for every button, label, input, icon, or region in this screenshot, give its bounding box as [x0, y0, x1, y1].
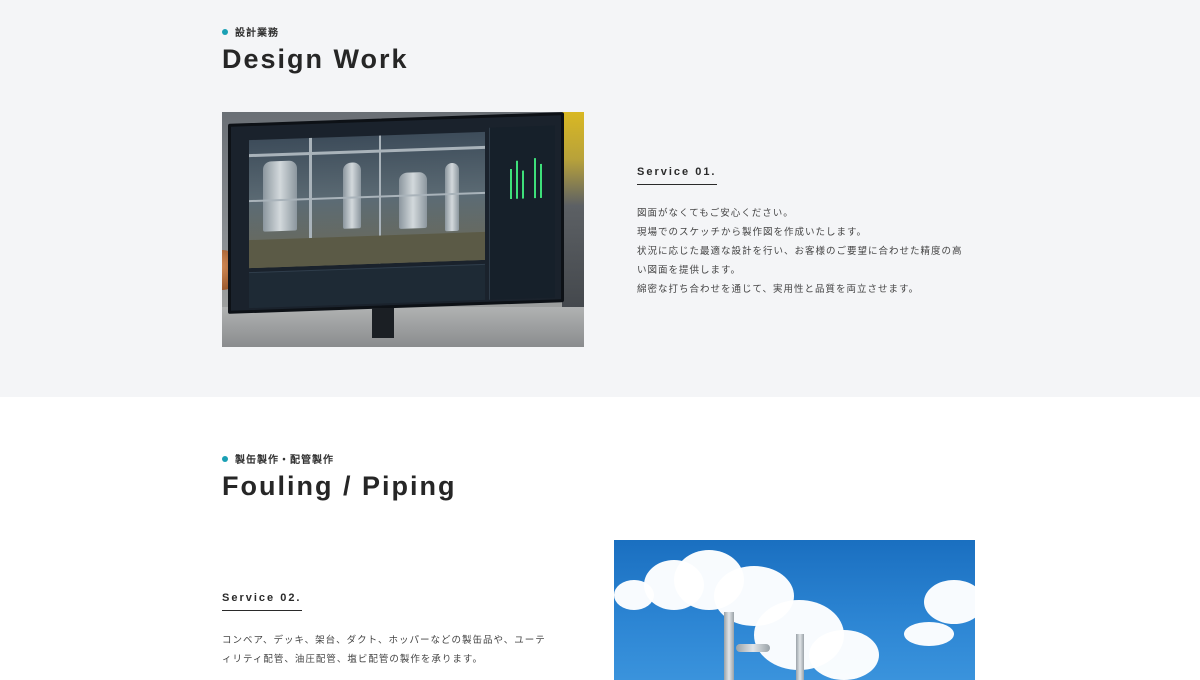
fouling-piping-section: 製缶製作・配管製作 Fouling / Piping Service 02. コ…	[0, 397, 1200, 680]
description-line: コンベア、デッキ、架台、ダクト、ホッパーなどの製缶品や、ユーテ	[222, 635, 546, 646]
section-heading: Design Work	[222, 44, 409, 74]
bullet-dot-icon	[222, 28, 228, 35]
description-line: 図面がなくてもご安心ください。	[637, 208, 794, 219]
description-line: 綿密な打ち合わせを通じて、実用性と品質を両立させます。	[637, 284, 920, 295]
service-label: Service 02.	[222, 592, 302, 611]
design-work-section: 設計業務 Design Work Service 01. 図面がなくてもご安心く…	[0, 0, 1200, 397]
description-line: 現場でのスケッチから製作図を作成いたします。	[637, 227, 868, 238]
description-line: 状況に応じた最適な設計を行い、お客様のご要望に合わせた精度の高	[637, 246, 963, 257]
section-heading: Fouling / Piping	[222, 471, 457, 501]
bullet-dot-icon	[222, 455, 228, 462]
service-description: 図面がなくてもご安心ください。 現場でのスケッチから製作図を作成いたします。 状…	[637, 204, 987, 299]
refinery-sky-image	[614, 540, 975, 680]
design-monitor-image	[222, 112, 584, 347]
service-label: Service 01.	[637, 166, 717, 185]
section-kicker: 製缶製作・配管製作	[222, 451, 334, 466]
description-line: い図面を提供します。	[637, 265, 742, 276]
kicker-text: 設計業務	[235, 28, 279, 39]
section-kicker: 設計業務	[222, 24, 279, 39]
service-description: コンベア、デッキ、架台、ダクト、ホッパーなどの製缶品や、ユーテ ィリティ配管、油…	[222, 631, 572, 669]
kicker-text: 製缶製作・配管製作	[235, 455, 334, 466]
description-line: ィリティ配管、油圧配管、塩ビ配管の製作を承ります。	[222, 654, 483, 665]
